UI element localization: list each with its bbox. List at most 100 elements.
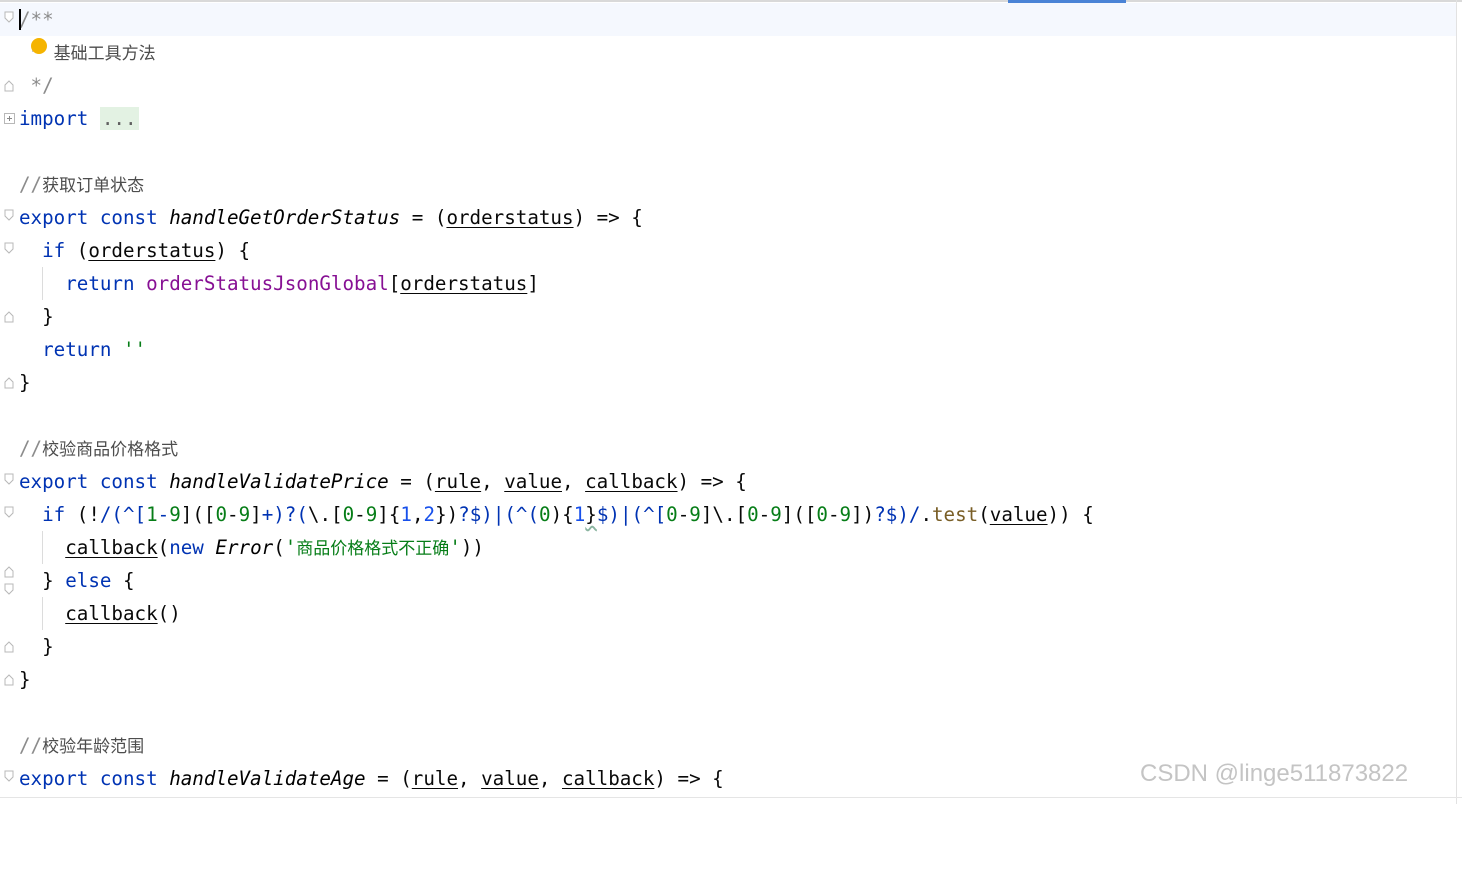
code-token: ) => { xyxy=(677,470,747,493)
code-token: return xyxy=(65,272,147,295)
fold-open-icon[interactable] xyxy=(4,242,14,254)
line-text: */ xyxy=(19,69,54,102)
line-text: if (!/(^[1-9]([0-9]+)?(\.[0-9]{1,2})?$)|… xyxy=(19,498,1094,531)
code-token: // xyxy=(19,173,43,196)
line-text: //校验商品价格格式 xyxy=(19,432,178,467)
code-line[interactable]: } xyxy=(0,366,1456,399)
code-line[interactable]: } xyxy=(0,663,1456,696)
code-line[interactable]: */ xyxy=(0,69,1456,102)
code-token: 2 xyxy=(423,503,436,526)
code-token: ( xyxy=(157,536,170,559)
code-token: ( xyxy=(978,503,990,526)
code-token: handleGetOrderStatus xyxy=(169,206,401,229)
code-line[interactable]: return '' xyxy=(0,333,1456,366)
code-token: [ xyxy=(388,272,401,295)
code-line[interactable]: callback(new Error('商品价格格式不正确')) xyxy=(0,531,1456,564)
code-token: } xyxy=(19,635,54,658)
line-text: return orderStatusJsonGlobal[orderstatus… xyxy=(19,267,539,300)
code-line[interactable]: /** xyxy=(0,3,1456,36)
code-token: else xyxy=(65,569,112,592)
code-line[interactable] xyxy=(0,399,1456,432)
code-token: { xyxy=(562,503,574,526)
code-token: 获取订单状态 xyxy=(42,176,145,196)
fold-close-icon[interactable] xyxy=(4,80,14,92)
gutter xyxy=(0,102,18,135)
code-line[interactable] xyxy=(0,135,1456,168)
code-line[interactable]: export const handleGetOrderStatus = (ord… xyxy=(0,201,1456,234)
code-line[interactable]: } else { xyxy=(0,564,1456,597)
watermark: CSDN @linge511873822 xyxy=(1140,760,1409,787)
code-token: 0 xyxy=(539,503,551,526)
fold-open-icon[interactable] xyxy=(4,770,14,782)
code-token: - xyxy=(227,503,239,526)
code-token: 0 xyxy=(666,503,678,526)
code-line[interactable]: import ... xyxy=(0,102,1456,135)
code-line[interactable]: } xyxy=(0,300,1456,333)
code-token: }) xyxy=(435,503,459,526)
code-token: value xyxy=(481,767,539,790)
gutter xyxy=(0,69,18,102)
code-token: value xyxy=(504,470,562,493)
code-token: callback xyxy=(65,536,158,559)
fold-open-icon[interactable] xyxy=(4,506,14,518)
line-text: callback() xyxy=(19,597,181,630)
code-token: orderstatus xyxy=(446,206,574,229)
line-text: } xyxy=(19,663,31,696)
fold-open-icon[interactable] xyxy=(4,209,14,221)
gutter xyxy=(0,498,18,531)
line-text: callback(new Error('商品价格格式不正确')) xyxy=(19,531,484,566)
gutter xyxy=(0,663,18,696)
code-line[interactable]: if (orderstatus) { xyxy=(0,234,1456,267)
code-token: { xyxy=(111,569,135,592)
fold-open-icon[interactable] xyxy=(4,583,14,595)
code-token: 0 xyxy=(816,503,828,526)
code-token: - xyxy=(354,503,366,526)
code-token: /(^[ xyxy=(99,503,147,526)
code-token: value xyxy=(989,503,1048,526)
code-line[interactable]: export const handleValidatePrice = (rule… xyxy=(0,465,1456,498)
code-token: } xyxy=(19,371,31,394)
fold-close-icon[interactable] xyxy=(4,674,14,686)
code-line[interactable]: return orderStatusJsonGlobal[orderstatus… xyxy=(0,267,1456,300)
code-token: if xyxy=(42,239,66,262)
gutter xyxy=(0,465,18,498)
code-line[interactable]: //获取订单状态 xyxy=(0,168,1456,201)
fold-open-icon[interactable] xyxy=(4,11,14,23)
fold-close-icon[interactable] xyxy=(4,377,14,389)
code-token: orderStatusJsonGlobal xyxy=(146,272,389,295)
code-token: 9 xyxy=(238,503,251,526)
fold-close-icon[interactable] xyxy=(4,311,14,323)
code-token: handleValidateAge xyxy=(169,767,366,790)
fold-open-icon[interactable] xyxy=(4,473,14,485)
code-token: ) => { xyxy=(573,206,643,229)
code-token: ... xyxy=(99,107,139,130)
fold-close-icon[interactable] xyxy=(4,641,14,653)
code-token: ) { xyxy=(215,239,251,262)
fold-expand-icon[interactable] xyxy=(4,113,15,125)
code-line[interactable]: callback() xyxy=(0,597,1456,630)
fold-close-icon[interactable] xyxy=(4,566,14,578)
code-token: ) xyxy=(550,503,563,526)
gutter xyxy=(0,234,18,267)
code-token: // xyxy=(19,437,43,460)
code-token: (! xyxy=(65,503,100,526)
line-text: } xyxy=(19,300,54,333)
code-token: 校验商品价格格式 xyxy=(42,440,179,460)
code-line[interactable]: * 基础工具方法 xyxy=(0,36,1456,69)
code-editor[interactable]: /** * 基础工具方法 */ import ... //获取订单状态 expo… xyxy=(0,3,1456,795)
code-line[interactable]: } xyxy=(0,630,1456,663)
line-text: //获取订单状态 xyxy=(19,168,144,203)
code-token: } xyxy=(19,305,54,328)
code-line[interactable]: if (!/(^[1-9]([0-9]+)?(\.[0-9]{1,2})?$)|… xyxy=(0,498,1456,531)
lightbulb-icon[interactable] xyxy=(31,38,47,54)
code-token: , xyxy=(458,767,482,790)
code-token: , xyxy=(481,470,505,493)
line-text: export const handleValidateAge = (rule, … xyxy=(19,762,724,795)
code-line[interactable]: //校验商品价格格式 xyxy=(0,432,1456,465)
code-line[interactable] xyxy=(0,696,1456,729)
line-text: /** xyxy=(19,3,54,36)
code-line[interactable]: //校验年龄范围 xyxy=(0,729,1456,762)
